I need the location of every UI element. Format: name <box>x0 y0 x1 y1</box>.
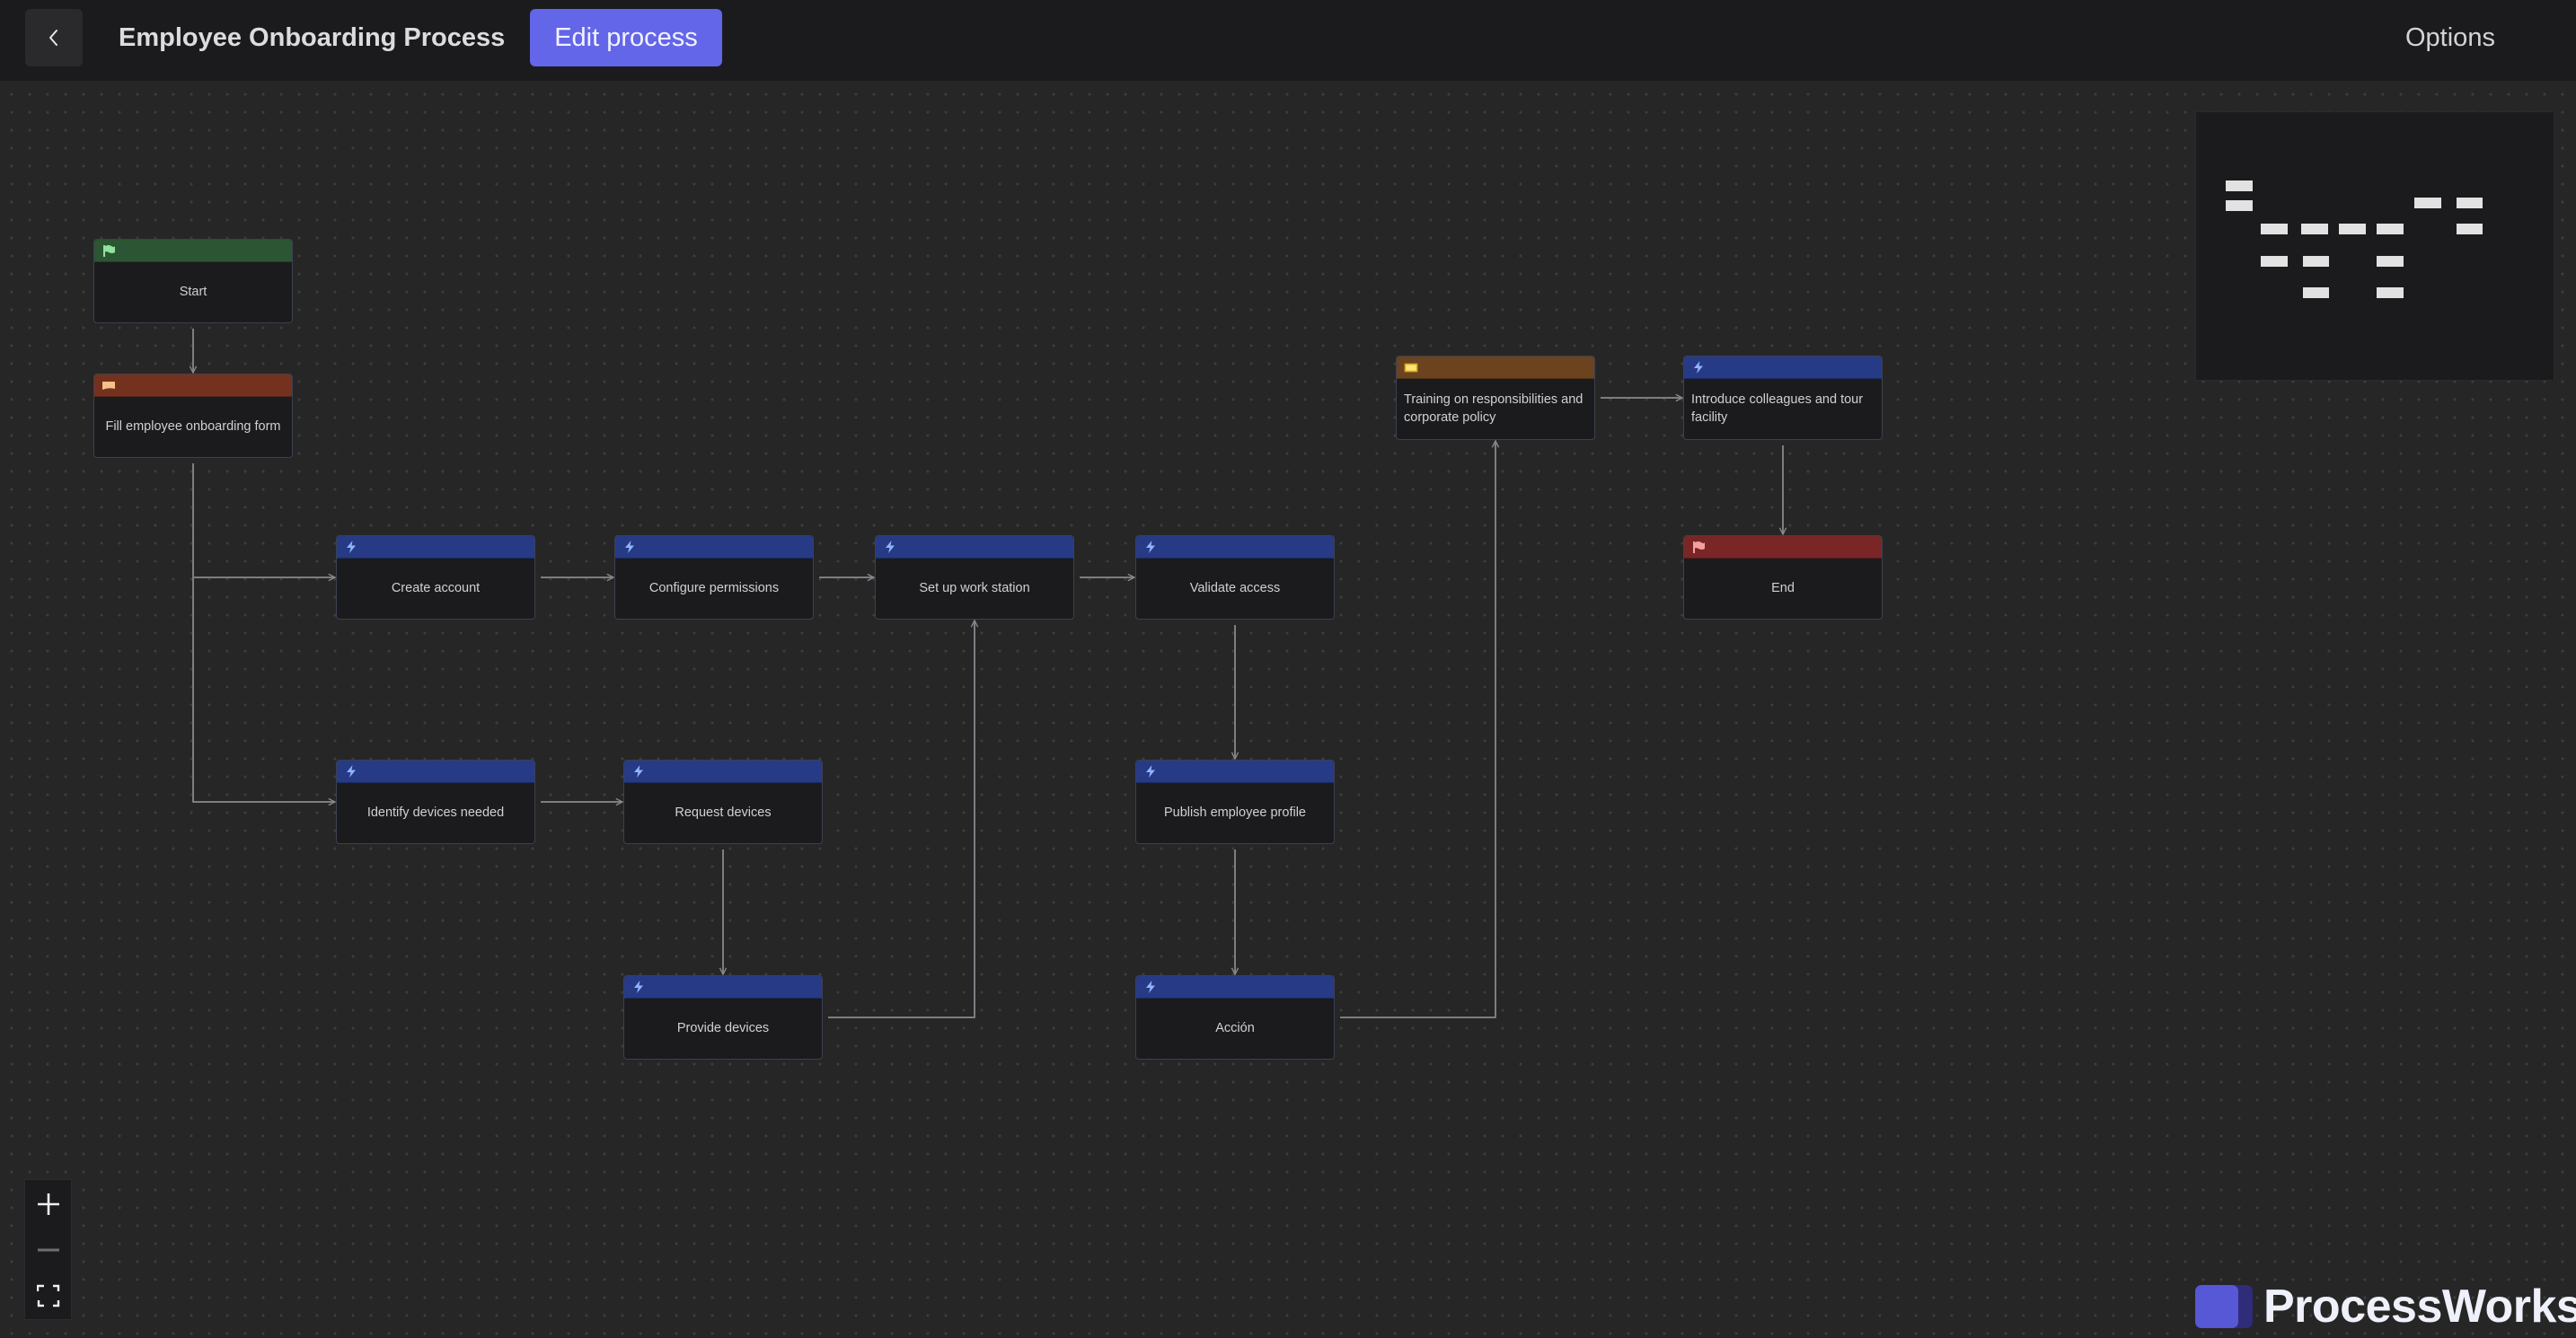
minimap-node <box>2302 286 2330 299</box>
minimap-node <box>2456 223 2483 235</box>
minimap-node <box>2302 256 2330 268</box>
node-header <box>1397 357 1594 379</box>
form-icon <box>102 382 115 390</box>
process-node-publish-profile[interactable]: Publish employee profile <box>1135 760 1335 844</box>
node-header <box>1136 536 1334 559</box>
node-header <box>1136 761 1334 783</box>
zoom-in-button[interactable] <box>25 1182 71 1227</box>
lightning-icon <box>1146 765 1155 778</box>
top-bar: Employee Onboarding Process Edit process… <box>0 0 2576 81</box>
node-header <box>1684 536 1882 559</box>
process-node-request-devices[interactable]: Request devices <box>623 760 823 844</box>
minimap-node <box>2261 223 2288 235</box>
process-node-create-account[interactable]: Create account <box>336 535 535 620</box>
lightning-icon <box>347 541 356 553</box>
fullscreen-icon <box>36 1284 59 1307</box>
node-label: Validate access <box>1189 581 1281 595</box>
flag-icon <box>1693 541 1705 553</box>
minimap-node <box>2301 223 2328 235</box>
lightning-icon <box>886 541 895 553</box>
plus-icon <box>37 1193 59 1215</box>
node-label: Introduce colleagues and tour facility <box>1691 392 1864 425</box>
process-canvas[interactable] <box>0 81 2576 1338</box>
node-label: Configure permissions <box>648 581 780 595</box>
process-node-configure-permissions[interactable]: Configure permissions <box>614 535 814 620</box>
minimap-node <box>2339 223 2366 235</box>
process-node-accion[interactable]: Acción <box>1135 975 1335 1060</box>
node-label: Fill employee onboarding form <box>105 419 281 434</box>
node-header <box>337 536 534 559</box>
node-label: End <box>1771 581 1795 595</box>
process-node-start[interactable]: Start <box>93 239 293 323</box>
node-header <box>624 976 822 999</box>
node-label: Provide devices <box>676 1021 770 1035</box>
node-label: Create account <box>391 581 481 595</box>
fit-view-button[interactable] <box>25 1273 71 1318</box>
minimap-node <box>2226 199 2253 212</box>
lightning-icon <box>1146 981 1155 993</box>
minimap-node <box>2377 223 2404 235</box>
zoom-controls <box>24 1179 72 1320</box>
minimap-node <box>2414 197 2441 209</box>
node-label: Training on responsibilities and corpora… <box>1404 392 1584 425</box>
process-node-identify-devices[interactable]: Identify devices needed <box>336 760 535 844</box>
lightning-icon <box>1146 541 1155 553</box>
process-node-end[interactable]: End <box>1683 535 1883 620</box>
lightning-icon <box>1694 361 1703 374</box>
minimap-node <box>2456 197 2483 209</box>
node-label: Acción <box>1215 1021 1255 1035</box>
process-node-training[interactable]: Training on responsibilities and corpora… <box>1396 356 1595 440</box>
lightning-icon <box>347 765 356 778</box>
lightning-icon <box>625 541 634 553</box>
minimap-node <box>2261 256 2288 268</box>
lightning-icon <box>634 981 643 993</box>
node-header <box>1136 976 1334 999</box>
minus-icon <box>37 1248 59 1252</box>
node-header <box>94 374 292 397</box>
process-node-provide-devices[interactable]: Provide devices <box>623 975 823 1060</box>
node-label: Set up work station <box>919 581 1030 595</box>
node-header <box>94 240 292 262</box>
process-node-setup-workstation[interactable]: Set up work station <box>875 535 1074 620</box>
minimap-node <box>2377 286 2404 299</box>
node-header <box>1684 357 1882 379</box>
node-header <box>337 761 534 783</box>
brand-name: ProcessWorks <box>2263 1281 2576 1333</box>
brand-logo: ProcessWorks <box>2195 1281 2576 1333</box>
node-header <box>615 536 813 559</box>
minimap[interactable] <box>2195 111 2554 381</box>
node-label: Publish employee profile <box>1164 805 1306 820</box>
process-node-validate-access[interactable]: Validate access <box>1135 535 1335 620</box>
page-title: Employee Onboarding Process <box>119 23 506 52</box>
minimap-node <box>2226 180 2253 192</box>
zoom-out-button[interactable] <box>25 1228 71 1272</box>
options-button[interactable]: Options <box>2389 18 2511 57</box>
logo-icon <box>2195 1285 2253 1328</box>
node-label: Identify devices needed <box>366 805 505 820</box>
node-header <box>624 761 822 783</box>
flag-icon <box>103 245 115 257</box>
back-button[interactable] <box>25 9 83 66</box>
process-node-fill-form[interactable]: Fill employee onboarding form <box>93 374 293 458</box>
node-label: Start <box>179 285 207 299</box>
edit-process-button[interactable]: Edit process <box>530 9 722 66</box>
chevron-left-icon <box>49 30 57 46</box>
node-label: Request devices <box>675 805 772 820</box>
node-header <box>876 536 1073 559</box>
process-node-introduce[interactable]: Introduce colleagues and tour facility <box>1683 356 1883 440</box>
video-icon <box>1404 363 1418 373</box>
lightning-icon <box>634 765 643 778</box>
minimap-node <box>2377 256 2404 268</box>
